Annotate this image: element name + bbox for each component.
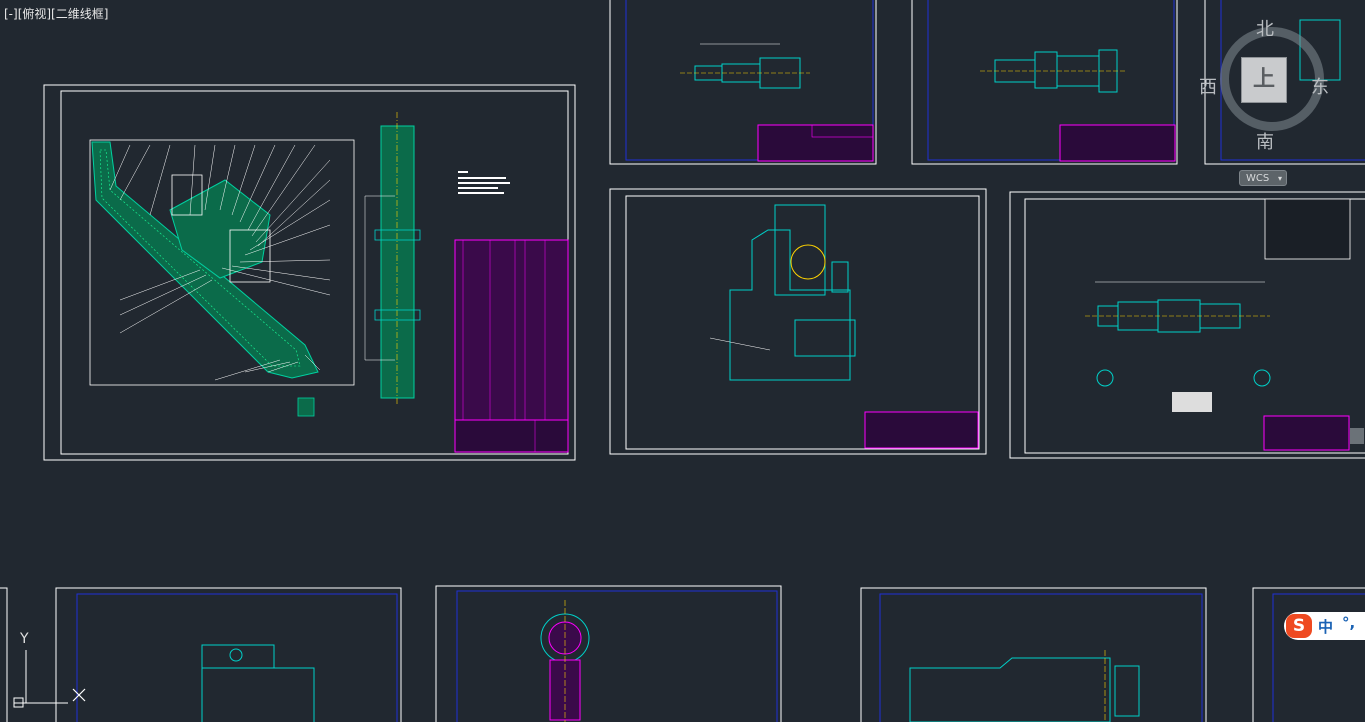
sheet-assembly[interactable]	[43, 84, 576, 461]
drawing-canvas[interactable]	[0, 0, 1365, 722]
compass-west[interactable]: 西	[1199, 73, 1217, 99]
ime-punctuation-toggle[interactable]: °,	[1342, 614, 1355, 632]
sheet-shaft-detail[interactable]	[1009, 191, 1365, 459]
ucs-y-label: Y	[20, 631, 29, 647]
sheet-bottom-4[interactable]	[1252, 587, 1365, 722]
wcs-menu-button[interactable]: WCS ▾	[1239, 170, 1287, 186]
sheet-bottom-1[interactable]	[0, 587, 402, 722]
sheet-bottom-3[interactable]	[860, 587, 1207, 722]
compass-north[interactable]: 北	[1256, 15, 1274, 41]
sogou-logo-icon[interactable]: S	[1286, 614, 1312, 638]
sheet-machine[interactable]	[609, 188, 987, 455]
ime-toolbar[interactable]: S 中 °,	[1284, 612, 1365, 640]
sheet-part-shaft[interactable]	[609, 0, 877, 165]
wcs-label: WCS	[1246, 173, 1270, 184]
ime-mode-toggle[interactable]: 中	[1318, 616, 1333, 637]
compass-south[interactable]: 南	[1256, 128, 1274, 154]
viewport-controls-label[interactable]: [-][俯视][二维线框]	[4, 5, 108, 22]
ucs-icon	[13, 650, 86, 708]
chevron-down-icon: ▾	[1277, 174, 1282, 183]
sheet-part-spindle[interactable]	[911, 0, 1178, 165]
scrollbar-thumb[interactable]	[1350, 428, 1364, 444]
sheet-bottom-2[interactable]	[435, 585, 782, 722]
viewcube-top-face[interactable]: 上	[1241, 57, 1287, 103]
viewcube[interactable]: 上 北 南 西 东 WCS ▾	[1199, 15, 1329, 186]
compass-east[interactable]: 东	[1311, 73, 1329, 99]
